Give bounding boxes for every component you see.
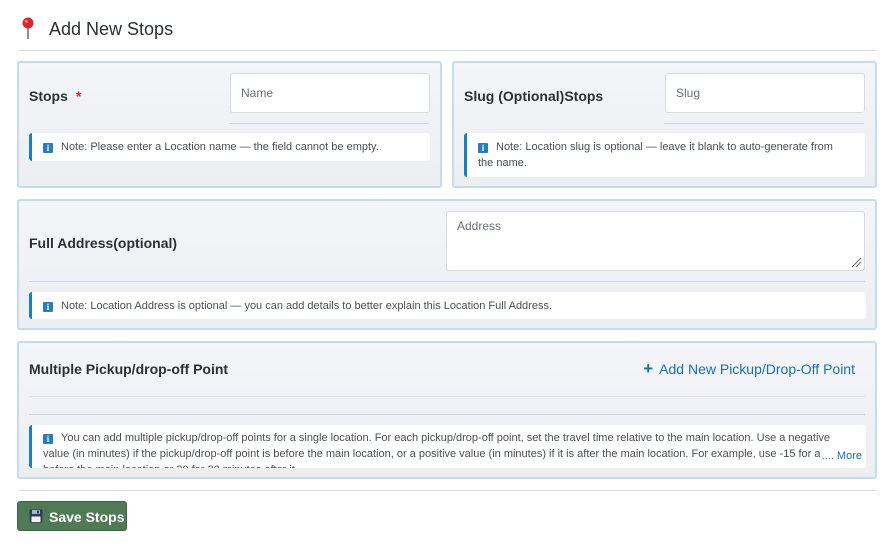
slug-note-text: Note: Location slug is optional — leave … <box>478 141 833 169</box>
save-stops-button[interactable]: Save Stops <box>17 501 127 531</box>
info-icon: i <box>43 434 53 444</box>
map-pin-icon <box>22 17 34 39</box>
plus-icon: + <box>643 359 654 378</box>
stops-note: i Note: Please enter a Location name — th… <box>29 133 430 161</box>
page-title: Add New Stops <box>49 19 174 39</box>
stops-label-text: Stops <box>29 88 68 104</box>
add-pickup-point-link[interactable]: + Add New Pickup/Drop-Off Point <box>643 359 855 379</box>
slug-label: Slug (Optional)Stops <box>464 88 604 104</box>
required-mark: * <box>75 88 82 104</box>
pickup-label: Multiple Pickup/drop-off Point <box>29 361 229 377</box>
more-link[interactable]: .... More <box>819 448 862 464</box>
slug-separator <box>664 123 864 124</box>
floppy-disk-icon <box>29 509 43 523</box>
slug-note: i Note: Location slug is optional — leave… <box>464 133 865 177</box>
address-separator <box>29 281 865 282</box>
stops-label: Stops * <box>29 88 81 104</box>
stops-card: Stops * i Note: Please enter a Location na… <box>17 61 442 188</box>
save-button-label: Save Stops <box>49 509 125 525</box>
slug-card: Slug (Optional)Stops iNote: Location slu… <box>452 61 877 188</box>
page-header: Add New Stops <box>18 14 877 51</box>
address-note-text: Note: Location Address is optional — you… <box>61 300 553 312</box>
info-icon: i <box>43 302 53 312</box>
address-card: Full Address(optional) Address i Note: Lo… <box>17 199 877 330</box>
address-note: i Note: Location Address is optional — yo… <box>29 292 866 319</box>
address-placeholder: Address <box>457 219 502 233</box>
add-pickup-label: Add New Pickup/Drop-Off Point <box>659 361 855 377</box>
stops-name-input[interactable] <box>230 73 430 113</box>
stops-separator <box>229 123 429 124</box>
address-label: Full Address(optional) <box>29 235 178 251</box>
stops-note-text: Note: Please enter a Location name — the… <box>61 141 379 153</box>
pickup-note: i You can add multiple pickup/drop-off po… <box>29 425 866 468</box>
address-textarea[interactable]: Address <box>446 211 865 271</box>
slug-input[interactable] <box>665 73 865 113</box>
pickup-separator-top <box>29 396 865 397</box>
pickup-note-text: You can add multiple pickup/drop-off poi… <box>43 432 855 468</box>
footer-divider <box>18 490 877 491</box>
resize-grip-icon[interactable] <box>851 257 862 268</box>
info-icon: i <box>478 143 488 153</box>
pickup-separator <box>29 414 865 415</box>
pickup-card: Multiple Pickup/drop-off Point + Add New … <box>17 341 877 479</box>
info-icon: i <box>43 143 53 153</box>
